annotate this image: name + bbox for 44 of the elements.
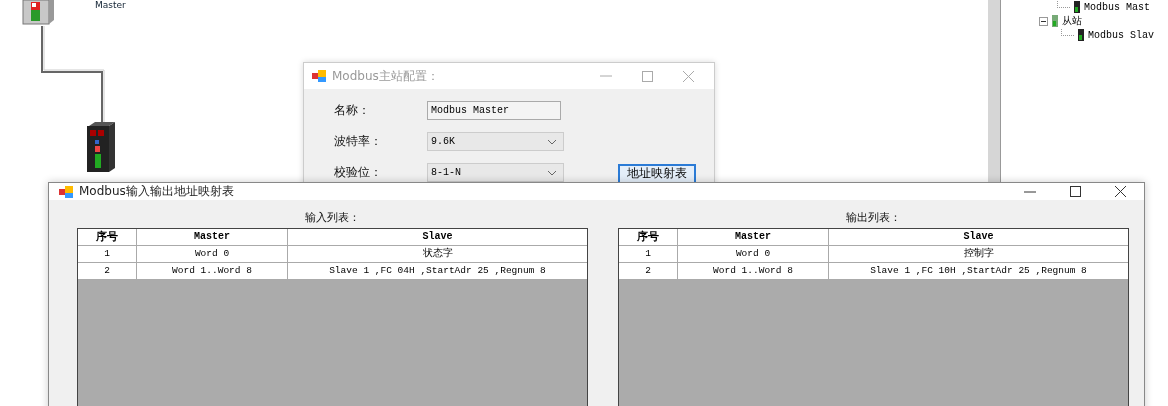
table-cell: Word 0: [137, 246, 288, 262]
table-cell: 1: [619, 246, 678, 262]
column-header: Slave: [962, 230, 995, 244]
table-cell: Word 1..Word 8: [137, 263, 288, 279]
table-cell: 2: [619, 263, 678, 279]
close-icon[interactable]: [1115, 186, 1126, 197]
column-header: 序号: [78, 229, 137, 245]
table-cell-text: 控制字: [962, 246, 995, 261]
tree-item[interactable]: 从站: [1062, 14, 1082, 28]
table-cell-text: 状态字: [421, 246, 454, 261]
collapse-icon[interactable]: [1039, 16, 1048, 26]
column-header: 序号: [619, 229, 678, 245]
window-title: Modbus主站配置：: [332, 67, 439, 85]
field-label: 名称：: [334, 102, 371, 119]
scrollbar[interactable]: [988, 0, 1001, 182]
app-icon: [59, 185, 73, 198]
device-icon: [1077, 29, 1085, 41]
dropdown[interactable]: 8-1-N: [427, 163, 564, 182]
dropdown[interactable]: 9.6K: [427, 132, 564, 151]
name-field[interactable]: Modbus Master: [427, 101, 561, 120]
device-label: Master: [95, 0, 126, 11]
table-caption: 输出列表：: [846, 210, 901, 225]
maximize-icon[interactable]: [1070, 186, 1081, 197]
column-header: Master: [137, 229, 288, 245]
table-caption: 输入列表：: [305, 210, 360, 225]
tree-item[interactable]: Modbus Mast: [1084, 1, 1150, 13]
field-label: 波特率：: [334, 133, 383, 150]
table-cell-text: Slave 1 ,FC 04H ,StartAdr 25 ,Regnum 8: [328, 264, 547, 278]
field-label: 校验位：: [334, 164, 383, 181]
table-cell: 2: [78, 263, 137, 279]
chevron-icon: [547, 138, 557, 145]
folder-icon: [1051, 15, 1059, 27]
chevron-icon: [547, 169, 557, 176]
table-cell-text: Slave 1 ,FC 10H ,StartAdr 25 ,Regnum 8: [869, 264, 1088, 278]
app-icon: [312, 70, 326, 82]
tree-item[interactable]: Modbus Slav: [1088, 29, 1154, 41]
table-cell: 1: [78, 246, 137, 262]
column-header: Master: [678, 229, 829, 245]
table-cell: Word 1..Word 8: [678, 263, 829, 279]
table-cell: Word 0: [678, 246, 829, 262]
device-icon: [1073, 1, 1081, 13]
column-header: Slave: [421, 230, 454, 244]
device-icon: [85, 122, 115, 174]
window-title: Modbus输入输出地址映射表: [79, 183, 234, 200]
